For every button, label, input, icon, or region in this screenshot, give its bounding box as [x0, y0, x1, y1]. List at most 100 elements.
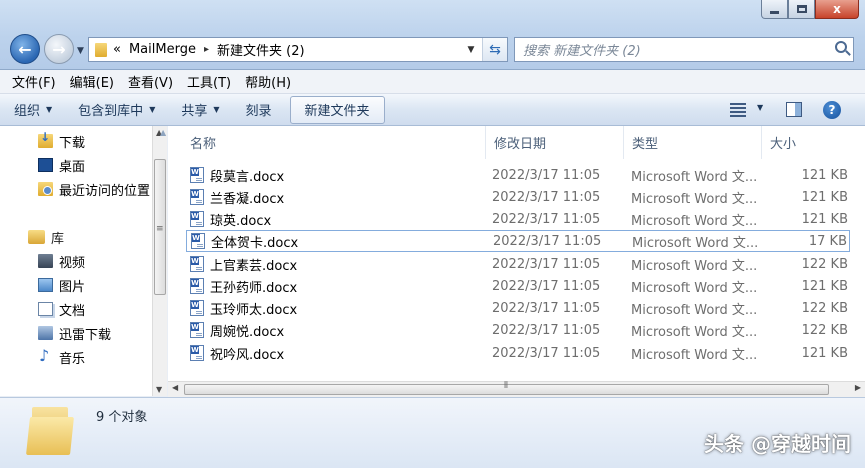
maximize-button[interactable]: [788, 0, 815, 19]
table-row[interactable]: 兰香凝.docx 2022/3/17 11:05 Microsoft Word …: [186, 186, 850, 208]
table-row[interactable]: 周婉悦.docx 2022/3/17 11:05 Microsoft Word …: [186, 319, 850, 341]
item-count: 9 个对象: [96, 410, 148, 425]
search-box[interactable]: 搜索 新建文件夹 (2): [514, 37, 854, 62]
menu-bar: 文件(F) 编辑(E) 查看(V) 工具(T) 帮助(H): [0, 70, 865, 94]
refresh-icon: ⇆: [489, 41, 501, 58]
file-name-cell: 段莫言.docx: [190, 166, 284, 185]
word-document-icon: [191, 233, 205, 249]
column-header-type[interactable]: 类型: [624, 126, 762, 159]
sidebar-group-libraries[interactable]: 库: [28, 227, 64, 247]
menu-view[interactable]: 查看(V): [128, 72, 173, 91]
scroll-down-icon[interactable]: ▼: [156, 385, 162, 394]
file-date: 2022/3/17 11:05: [492, 256, 601, 272]
refresh-button[interactable]: ⇆: [482, 38, 507, 61]
chevron-down-icon: ▼: [46, 105, 53, 114]
sidebar-item-thunder-downloads[interactable]: 迅雷下载: [38, 323, 111, 343]
file-name: 上官素芸.docx: [210, 258, 298, 274]
include-in-library-button[interactable]: 包含到库中 ▼: [78, 100, 155, 119]
search-icon[interactable]: [835, 41, 847, 53]
search-input[interactable]: 搜索 新建文件夹 (2): [523, 40, 641, 59]
new-folder-button[interactable]: 新建文件夹: [289, 95, 385, 124]
breadcrumb-separator-icon[interactable]: ▸: [204, 44, 209, 55]
burn-button[interactable]: 刻录: [246, 100, 272, 119]
table-row[interactable]: 上官素芸.docx 2022/3/17 11:05 Microsoft Word…: [186, 253, 850, 275]
file-size: 121 KB: [801, 167, 848, 183]
menu-file[interactable]: 文件(F): [12, 72, 56, 91]
file-size: 122 KB: [801, 322, 848, 338]
forward-button[interactable]: →: [44, 34, 74, 64]
folder-front-shape: [26, 417, 74, 455]
sidebar-item-label: 下载: [59, 135, 86, 151]
minimize-icon: [770, 10, 779, 14]
file-size: 121 KB: [801, 345, 848, 361]
column-header-name[interactable]: 名称: [182, 126, 486, 159]
change-view-icon[interactable]: [730, 103, 746, 117]
file-name-cell: 琼英.docx: [190, 210, 271, 229]
breadcrumb-current-folder[interactable]: 新建文件夹 (2): [217, 40, 305, 59]
file-name: 王孙药师.docx: [210, 280, 298, 296]
file-name: 兰香凝.docx: [210, 191, 285, 207]
help-icon[interactable]: ?: [823, 101, 841, 119]
breadcrumb-mailmerge[interactable]: MailMerge: [129, 42, 196, 57]
table-row[interactable]: 祝吟风.docx 2022/3/17 11:05 Microsoft Word …: [186, 342, 850, 364]
sidebar-item-video[interactable]: 视频: [38, 251, 85, 271]
column-header-size[interactable]: 大小: [762, 126, 850, 159]
word-document-icon: [190, 322, 204, 338]
download-folder-icon: [38, 130, 53, 148]
table-row[interactable]: 玉玲师太.docx 2022/3/17 11:05 Microsoft Word…: [186, 297, 850, 319]
back-button[interactable]: ←: [10, 34, 40, 64]
maximize-icon: [796, 5, 807, 13]
file-name: 周婉悦.docx: [210, 324, 285, 340]
recent-pages-dropdown[interactable]: ▼: [77, 46, 84, 56]
file-size: 122 KB: [801, 300, 848, 316]
sidebar-item-desktop[interactable]: 桌面: [38, 155, 85, 175]
sidebar-item-recent-places[interactable]: 最近访问的位置: [38, 179, 150, 199]
file-name-cell: 兰香凝.docx: [190, 188, 284, 207]
share-button[interactable]: 共享 ▼: [181, 100, 219, 119]
organize-label: 组织: [14, 104, 41, 119]
file-size: 17 KB: [808, 233, 847, 249]
back-arrow-icon: ←: [18, 39, 32, 59]
sidebar-item-pictures[interactable]: 图片: [38, 275, 85, 295]
file-type: Microsoft Word 文...: [631, 191, 758, 207]
table-row[interactable]: 王孙药师.docx 2022/3/17 11:05 Microsoft Word…: [186, 275, 850, 297]
address-bar[interactable]: « MailMerge ▸ 新建文件夹 (2) ▼ ⇆: [88, 37, 508, 62]
sidebar-item-label: 音乐: [59, 351, 86, 367]
file-date: 2022/3/17 11:05: [493, 233, 602, 249]
word-document-icon: [190, 211, 204, 227]
scroll-left-icon[interactable]: ◀: [172, 383, 178, 392]
sidebar-item-documents[interactable]: 文档: [38, 299, 85, 319]
include-in-library-label: 包含到库中: [78, 104, 144, 119]
minimize-button[interactable]: [761, 0, 788, 19]
scroll-right-icon[interactable]: ▶: [855, 383, 861, 392]
view-options-dropdown-icon[interactable]: ▼: [757, 103, 763, 112]
file-type: Microsoft Word 文...: [631, 213, 758, 229]
file-name-cell: 玉玲师太.docx: [190, 299, 297, 318]
sidebar-item-downloads[interactable]: 下载: [38, 130, 86, 151]
column-header-date[interactable]: 修改日期: [486, 126, 624, 159]
menu-edit[interactable]: 编辑(E): [70, 72, 114, 91]
file-name: 全体贺卡.docx: [211, 235, 299, 251]
table-row[interactable]: 琼英.docx 2022/3/17 11:05 Microsoft Word 文…: [186, 208, 850, 230]
organize-button[interactable]: 组织 ▼: [14, 100, 52, 119]
file-date: 2022/3/17 11:05: [492, 322, 601, 338]
table-row[interactable]: 段莫言.docx 2022/3/17 11:05 Microsoft Word …: [186, 164, 850, 186]
desktop-icon: [38, 158, 53, 172]
menu-help[interactable]: 帮助(H): [245, 72, 291, 91]
address-dropdown-icon[interactable]: ▼: [462, 38, 480, 61]
sidebar-item-label: 视频: [59, 255, 86, 271]
close-button[interactable]: x: [815, 0, 859, 19]
preview-pane-icon[interactable]: [786, 102, 802, 117]
horizontal-scrollbar[interactable]: ◀ ⦀ ▶: [168, 381, 865, 397]
address-overflow-button[interactable]: «: [113, 42, 121, 57]
navigation-pane: 下载 桌面 最近访问的位置 库 视频 图片 文档 迅雷下载 音乐: [0, 126, 167, 396]
scroll-grip-icon: ⦀: [504, 381, 508, 391]
share-label: 共享: [181, 104, 208, 119]
table-row-selected[interactable]: 全体贺卡.docx 2022/3/17 11:05 Microsoft Word…: [186, 230, 850, 252]
menu-tools[interactable]: 工具(T): [187, 72, 231, 91]
scroll-grip-icon: ≡: [156, 224, 164, 234]
file-name: 玉玲师太.docx: [210, 302, 298, 318]
file-name-cell: 上官素芸.docx: [190, 255, 297, 274]
navigation-scrollbar[interactable]: ▲ ≡ ▼: [152, 126, 167, 396]
sidebar-item-music[interactable]: 音乐: [38, 346, 86, 367]
